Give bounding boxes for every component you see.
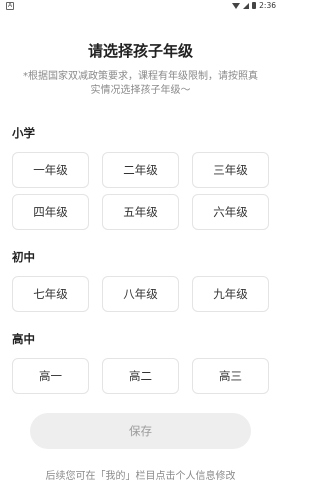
grade-button-senior-1[interactable]: 高一 xyxy=(12,358,89,394)
grade-button-8[interactable]: 八年级 xyxy=(102,276,179,312)
policy-note: *根据国家双减政策要求，课程有年级限制，请按照真实情况选择孩子年级～ xyxy=(23,71,258,96)
page-title: 请选择孩子年级 xyxy=(87,42,193,60)
grade-button-6[interactable]: 六年级 xyxy=(192,194,269,230)
save-button[interactable]: 保存 xyxy=(30,413,251,449)
grade-button-senior-2[interactable]: 高二 xyxy=(102,358,179,394)
grade-button-5[interactable]: 五年级 xyxy=(102,194,179,230)
grade-button-4[interactable]: 四年级 xyxy=(12,194,89,230)
section-label-senior: 高中 xyxy=(12,332,35,346)
grade-button-3[interactable]: 三年级 xyxy=(192,152,269,188)
grade-button-senior-3[interactable]: 高三 xyxy=(192,358,269,394)
battery-icon xyxy=(252,2,257,9)
grade-button-1[interactable]: 一年级 xyxy=(12,152,89,188)
grade-button-9[interactable]: 九年级 xyxy=(192,276,269,312)
section-label-primary: 小学 xyxy=(12,126,35,140)
signal-icon xyxy=(243,2,250,9)
status-time: 2:36 xyxy=(259,1,276,10)
grade-button-7[interactable]: 七年级 xyxy=(12,276,89,312)
grade-selection-page: A 2:36 请选择孩子年级 *根据国家双减政策要求，课程有年级限制，请按照真实… xyxy=(0,0,281,500)
notification-icon: A xyxy=(6,2,14,10)
status-bar-right: 2:36 xyxy=(232,1,276,10)
footer-hint: 后续您可在「我的」栏目点击个人信息修改 xyxy=(45,471,236,482)
grade-button-2[interactable]: 二年级 xyxy=(102,152,179,188)
status-bar: A 2:36 xyxy=(0,0,281,13)
section-label-junior: 初中 xyxy=(12,250,35,264)
wifi-icon xyxy=(232,2,241,9)
